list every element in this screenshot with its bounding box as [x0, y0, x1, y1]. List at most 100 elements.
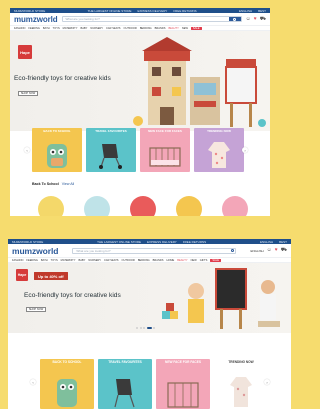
category-card-trending[interactable]: TRENDING NOW [194, 128, 244, 172]
nav-item[interactable]: CAR SEATS [106, 27, 121, 30]
carousel-next-button[interactable]: › [242, 147, 248, 153]
carousel-next-button[interactable]: › [264, 379, 270, 385]
topbar-msg: EXPRESS DELIVERY [147, 239, 177, 244]
topbar-msg: THE LARGEST ONLINE STORE [87, 8, 132, 13]
hape-logo: Hape [18, 45, 32, 59]
screenshot-bottom: MUMZWORLD STORE THE LARGEST ONLINE STORE… [8, 239, 291, 409]
nav-item[interactable]: MATERNITY [63, 27, 78, 30]
product-thumb[interactable] [222, 196, 248, 216]
nav-item[interactable]: BEAUTY [177, 259, 187, 262]
stroller-image [114, 379, 135, 408]
hero-banner[interactable]: Hape Eco-friendly toys for creative kids… [10, 31, 270, 131]
nav-item[interactable]: OUTDOOR [124, 27, 137, 30]
search-button[interactable] [229, 248, 236, 253]
shop-now-button[interactable]: SHOP NOW [26, 307, 46, 312]
card-label: BACK TO SCHOOL [52, 360, 82, 364]
toy-castle-image [133, 37, 266, 127]
site-logo[interactable]: mumzworld [14, 15, 58, 24]
carousel-prev-button[interactable]: ‹ [30, 379, 36, 385]
cart-icon[interactable]: ⛟ [281, 248, 287, 253]
search-icon [230, 249, 234, 252]
backpack-image [57, 379, 77, 407]
nav-item[interactable]: GIFTS [200, 259, 208, 262]
nav-item[interactable]: OUTDOOR [122, 259, 135, 262]
product-thumb[interactable] [38, 196, 64, 216]
hero-banner[interactable]: Hape Up to 40% off Eco-friendly toys for… [8, 263, 291, 333]
section-title: Back To School [32, 182, 59, 186]
heart-icon[interactable]: ♥ [275, 248, 278, 253]
search-bar[interactable]: What are you looking for? [61, 16, 242, 22]
card-label: TRAVEL FAVOURITES [95, 129, 127, 133]
nav-item[interactable]: TOYS [53, 27, 60, 30]
nav-item[interactable]: BRANDS [155, 27, 166, 30]
card-label: TRENDING NOW [207, 129, 231, 133]
search-bar[interactable]: What are you looking for? [72, 247, 237, 254]
heart-icon[interactable]: ♥ [254, 16, 257, 22]
carousel-dot[interactable] [153, 327, 155, 329]
product-thumb[interactable] [84, 196, 110, 216]
category-cards: BACK TO SCHOOL TRAVEL FAVOURITES NEW FAC… [32, 128, 244, 172]
topbar-link[interactable]: BEST [258, 9, 266, 13]
nav-item[interactable]: BEDDING [138, 259, 150, 262]
carousel-dot[interactable] [139, 327, 142, 329]
nav-item[interactable]: BEAUTY [168, 27, 178, 30]
category-card-travel[interactable]: TRAVEL FAVOURITES [98, 359, 152, 409]
user-icon[interactable]: ☺ [246, 16, 251, 22]
nav-sale[interactable]: SALE [190, 26, 202, 30]
site-logo[interactable]: mumzworld [12, 246, 58, 256]
product-thumb[interactable] [130, 196, 156, 216]
search-button[interactable] [228, 17, 241, 21]
nav-item[interactable]: BEDDING [140, 27, 152, 30]
carousel-dot[interactable] [136, 327, 138, 329]
hero-title: Eco-friendly toys for creative kids [14, 75, 111, 82]
topbar-msg: THE LARGEST ONLINE STORE [97, 239, 142, 244]
card-label: TRAVEL FAVOURITES [108, 360, 142, 364]
nav-item[interactable]: BABY [78, 259, 85, 262]
nav-item[interactable]: TOYS [51, 259, 58, 262]
language-link[interactable]: ENGLISH [250, 249, 263, 253]
card-label: NEW FACE FOR FACES [148, 129, 182, 133]
cart-icon[interactable]: ⛟ [260, 16, 266, 22]
nav-item[interactable]: NURSERY [88, 259, 101, 262]
nav-item[interactable]: NEW [182, 27, 188, 30]
user-icon[interactable]: ☺ [267, 248, 272, 253]
nav-item[interactable]: FASHION [12, 259, 23, 262]
category-card-new-face[interactable]: NEW FACE FOR FACES [156, 359, 210, 409]
category-card-back-to-school[interactable]: BACK TO SCHOOL [40, 359, 94, 409]
topbar-left: MUMZWORLD STORE [14, 8, 46, 13]
nav-item[interactable]: BATH [43, 27, 50, 30]
category-card-back-to-school[interactable]: BACK TO SCHOOL [32, 128, 82, 172]
nav-item[interactable]: NEW [191, 259, 197, 262]
search-placeholder: What are you looking for? [65, 17, 100, 21]
carousel-dot[interactable] [143, 327, 145, 329]
carousel-prev-button[interactable]: ‹ [24, 147, 30, 153]
category-card-new-face[interactable]: NEW FACE FOR FACES [140, 128, 190, 172]
carousel-dot-active[interactable] [146, 327, 152, 329]
view-all-link[interactable]: View All [62, 182, 75, 186]
nav-item[interactable]: NURSERY [90, 27, 103, 30]
nav-item[interactable]: FASHION [14, 27, 25, 30]
nav-sale[interactable]: SALE [210, 258, 221, 262]
nav-item[interactable]: BRANDS [153, 259, 164, 262]
nav-item[interactable]: HOME [166, 259, 174, 262]
site-header: mumzworld What are you looking for? ENGL… [8, 244, 291, 257]
language-link[interactable]: ENGLISH [260, 240, 273, 244]
topbar-link[interactable]: BEST [279, 240, 287, 244]
hero-title: Eco-friendly toys for creative kids [24, 292, 121, 299]
product-thumb[interactable] [176, 196, 202, 216]
baby-dress-image [208, 142, 230, 168]
category-card-travel[interactable]: TRAVEL FAVOURITES [86, 128, 136, 172]
category-card-trending[interactable]: TRENDING NOW [214, 359, 268, 409]
nav-item[interactable]: BATH [41, 259, 48, 262]
nav-item[interactable]: MATERNITY [61, 259, 76, 262]
nav-item[interactable]: FEEDING [26, 259, 38, 262]
carousel-dots[interactable] [136, 327, 155, 329]
nav-item[interactable]: FEEDING [28, 27, 40, 30]
nav-item[interactable]: CAR SEATS [104, 259, 119, 262]
topbar-msg: FREE RETURNS [173, 8, 197, 13]
language-link[interactable]: ENGLISH [239, 9, 252, 13]
screenshot-top: MUMZWORLD STORE THE LARGEST ONLINE STORE… [10, 8, 270, 216]
topbar-msg: EXPRESS DELIVERY [137, 8, 168, 13]
nav-item[interactable]: BABY [80, 27, 87, 30]
shop-now-button[interactable]: SHOP NOW [18, 91, 38, 96]
